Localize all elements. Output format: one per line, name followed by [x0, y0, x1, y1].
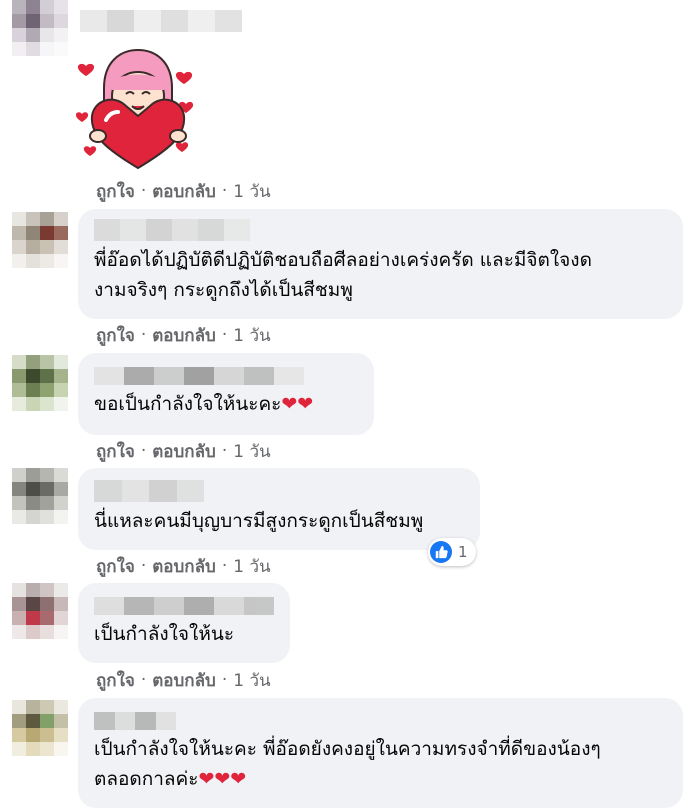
reply-link[interactable]: ตอบกลับ — [152, 322, 216, 349]
comment-bubble: นี่แหละคนมีบุญบารมีสูงกระดูกเป็นสีชมพู — [78, 468, 480, 550]
avatar[interactable] — [12, 468, 68, 524]
comment-text: นี่แหละคนมีบุญบารมีสูงกระดูกเป็นสีชมพู — [94, 510, 424, 532]
comment-bubble: พี่อ๊อดได้ปฏิบัติดีปฏิบัติชอบถือศีลอย่าง… — [78, 209, 683, 319]
timestamp[interactable]: 1 วัน — [233, 178, 270, 205]
commenter-name-blurred[interactable] — [94, 219, 250, 241]
timestamp[interactable]: 1 วัน — [233, 438, 270, 465]
like-link[interactable]: ถูกใจ — [96, 322, 135, 349]
separator: · — [140, 670, 147, 690]
reply-link[interactable]: ตอบกลับ — [152, 667, 216, 694]
like-link[interactable]: ถูกใจ — [96, 438, 135, 465]
comment-actions: ถูกใจ · ตอบกลับ · 1 วัน — [96, 669, 271, 691]
separator: · — [221, 441, 228, 461]
timestamp[interactable]: 1 วัน — [233, 553, 270, 580]
commenter-name-blurred[interactable] — [94, 480, 204, 502]
reply-link[interactable]: ตอบกลับ — [152, 438, 216, 465]
separator: · — [221, 181, 228, 201]
reaction-summary[interactable]: 1 — [428, 538, 476, 566]
heart-girl-sticker — [76, 48, 194, 170]
comment-bubble: เป็นกำลังใจให้นะ — [78, 583, 290, 663]
separator: · — [140, 441, 147, 461]
separator: · — [140, 325, 147, 345]
commenter-name-blurred[interactable] — [94, 597, 274, 615]
separator: · — [140, 556, 147, 576]
timestamp[interactable]: 1 วัน — [233, 667, 270, 694]
heart-emoji: ❤❤ — [281, 393, 314, 415]
like-link[interactable]: ถูกใจ — [96, 667, 135, 694]
commenter-name-blurred[interactable] — [94, 367, 304, 385]
comment-actions: ถูกใจ · ตอบกลับ · 1 วัน — [96, 180, 271, 202]
thumbs-up-icon — [430, 541, 452, 563]
comment-text: ขอเป็นกำลังใจให้นะคะ❤❤ — [94, 389, 358, 419]
avatar[interactable] — [12, 212, 68, 268]
avatar[interactable] — [12, 583, 68, 639]
timestamp[interactable]: 1 วัน — [233, 322, 270, 349]
comment-text: เป็นกำลังใจให้นะคะ พี่อ๊อดยังคงอยู่ในควา… — [94, 734, 667, 794]
commenter-name-blurred[interactable] — [80, 10, 242, 32]
heart-emoji: ❤❤❤ — [198, 768, 247, 790]
separator: · — [221, 325, 228, 345]
comment-actions: ถูกใจ · ตอบกลับ · 1 วัน — [96, 324, 271, 346]
avatar[interactable] — [12, 700, 68, 756]
comment-text: เป็นกำลังใจให้นะ — [94, 623, 235, 645]
like-link[interactable]: ถูกใจ — [96, 178, 135, 205]
separator: · — [140, 181, 147, 201]
comment-actions: ถูกใจ · ตอบกลับ · 1 วัน — [96, 555, 271, 577]
commenter-name-blurred[interactable] — [94, 712, 176, 730]
reaction-count: 1 — [458, 543, 468, 561]
like-link[interactable]: ถูกใจ — [96, 553, 135, 580]
separator: · — [221, 670, 228, 690]
reply-link[interactable]: ตอบกลับ — [152, 553, 216, 580]
comment-actions: ถูกใจ · ตอบกลับ · 1 วัน — [96, 440, 271, 462]
comment-text-body: ขอเป็นกำลังใจให้นะคะ — [94, 393, 282, 415]
avatar[interactable] — [12, 0, 68, 56]
separator: · — [221, 556, 228, 576]
comment-text-body: เป็นกำลังใจให้นะคะ พี่อ๊อดยังคงอยู่ในควา… — [94, 738, 601, 790]
reply-link[interactable]: ตอบกลับ — [152, 178, 216, 205]
avatar[interactable] — [12, 355, 68, 411]
comment-bubble: เป็นกำลังใจให้นะคะ พี่อ๊อดยังคงอยู่ในควา… — [78, 698, 683, 808]
comment-bubble: ขอเป็นกำลังใจให้นะคะ❤❤ — [78, 353, 374, 435]
comment-text: พี่อ๊อดได้ปฏิบัติดีปฏิบัติชอบถือศีลอย่าง… — [94, 249, 592, 301]
